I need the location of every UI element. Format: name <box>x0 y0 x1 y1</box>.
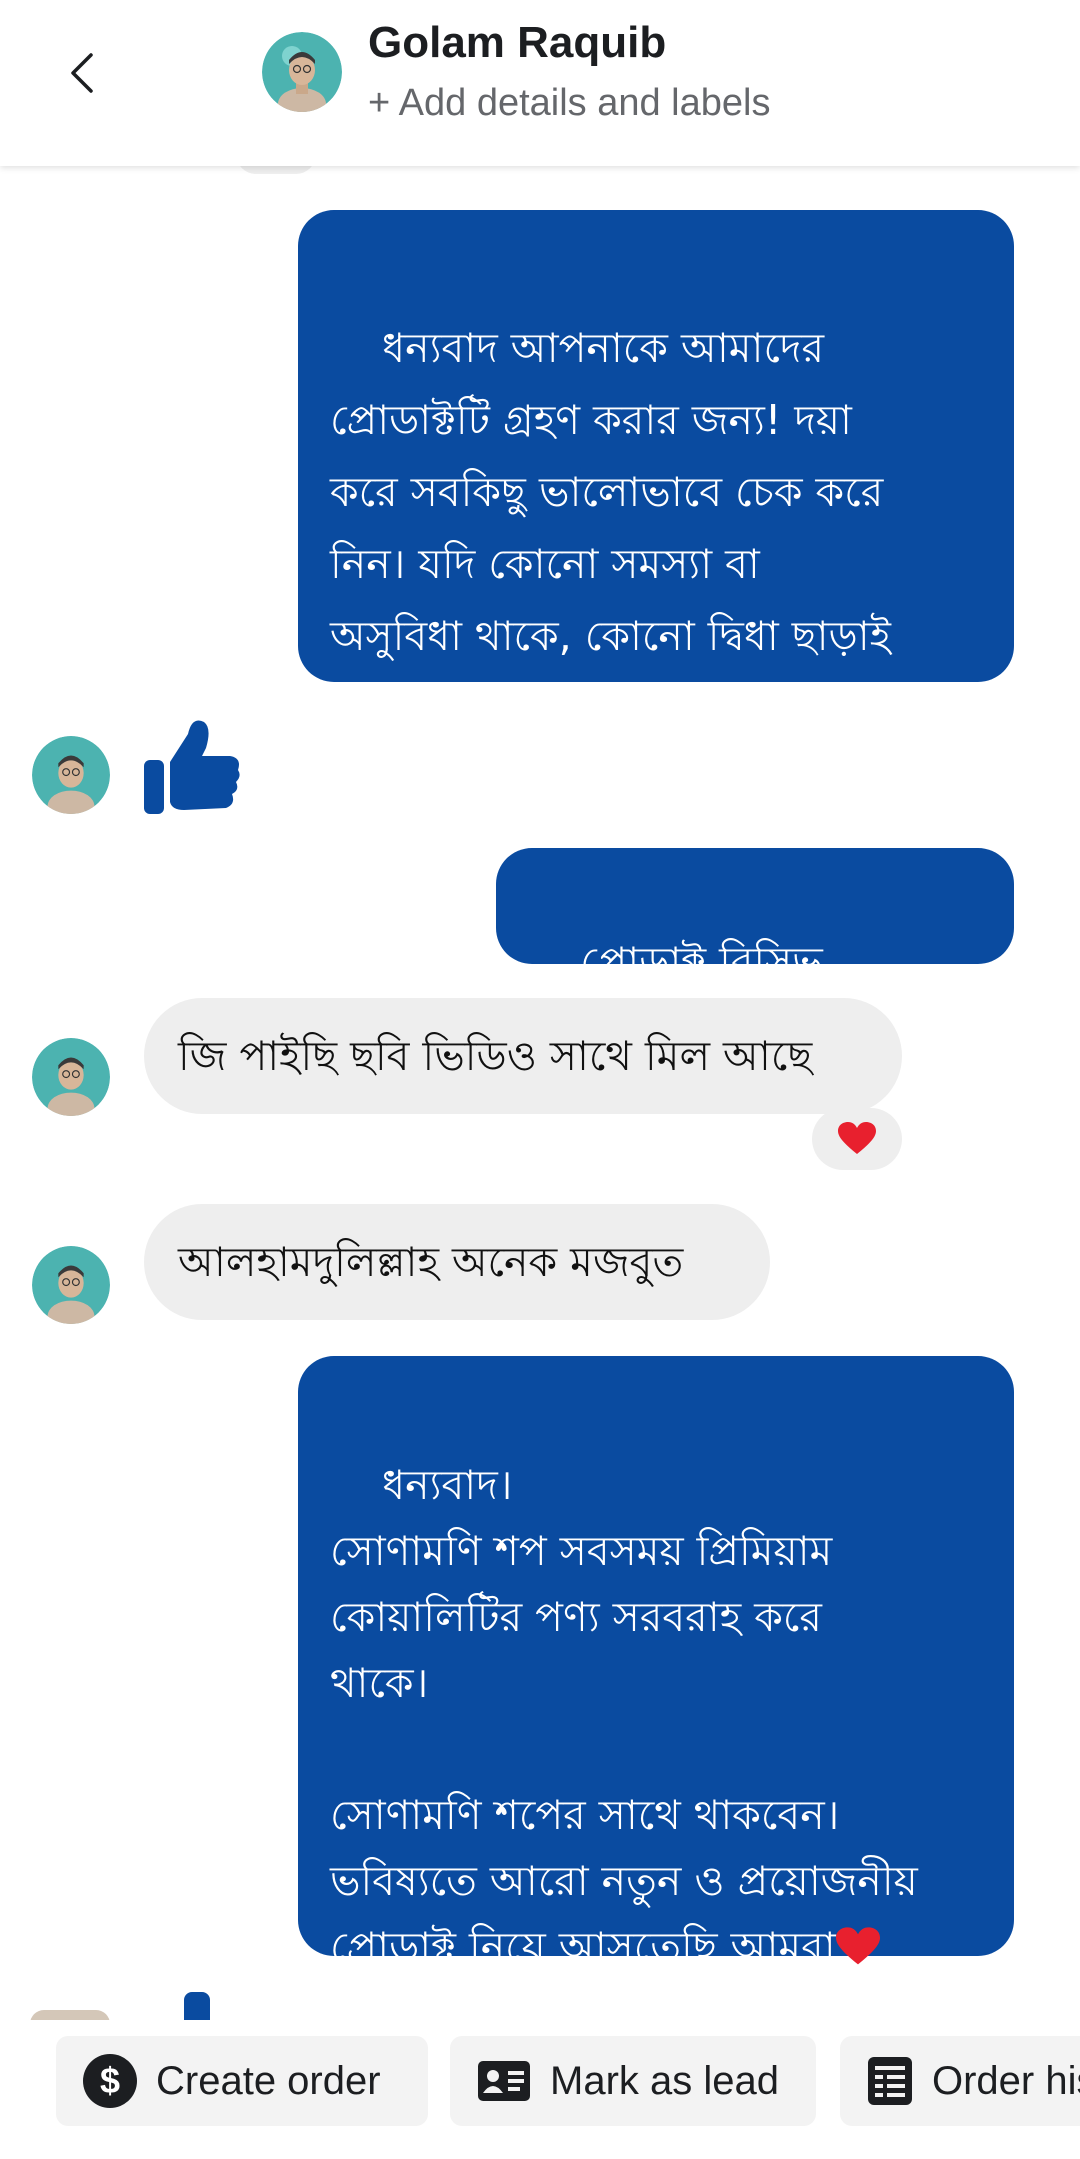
order-history-label: Order history <box>932 2058 1080 2103</box>
like-sticker[interactable] <box>142 712 242 816</box>
message-text: আলহামদুলিল্লাহ অনেক মজবুত <box>178 1238 684 1286</box>
incoming-message[interactable]: জি পাইছি ছবি ভিডিও সাথে মিল আছে <box>144 998 902 1114</box>
incoming-message[interactable]: আলহামদুলিল্লাহ অনেক মজবুত <box>144 1204 770 1320</box>
svg-text:$: $ <box>100 2060 120 2101</box>
receipt-icon <box>866 2053 914 2109</box>
heart-icon <box>835 1927 880 1965</box>
contact-avatar[interactable] <box>262 32 342 112</box>
outgoing-message[interactable]: ধন্যবাদ আপনাকে আমাদের প্রোডাক্টটি গ্রহণ … <box>298 210 1014 732</box>
message-text: ধন্যবাদ আপনাকে আমাদের প্রোডাক্টটি গ্রহণ … <box>330 324 892 732</box>
heart-icon <box>838 1122 876 1154</box>
contact-name[interactable]: Golam Raquib <box>368 18 666 68</box>
contact-avatar-small[interactable] <box>32 736 110 814</box>
next-like-peek <box>184 1992 210 2022</box>
add-details-link[interactable]: + Add details and labels <box>368 82 770 125</box>
thumbs-up-icon <box>144 720 240 814</box>
chat-header: Golam Raquib + Add details and labels <box>0 0 1080 166</box>
message-text: জি পাইছি ছবি ভিডিও সাথে মিল আছে <box>178 1032 813 1080</box>
contact-avatar-small[interactable] <box>32 1038 110 1116</box>
contact-avatar-small[interactable] <box>32 1246 110 1324</box>
dollar-icon: $ <box>82 2053 138 2109</box>
message-reaction[interactable] <box>812 1108 902 1170</box>
outgoing-message[interactable]: প্রোডাক্ট রিসিভ করেছেন? <box>496 848 1014 1042</box>
create-order-label: Create order <box>156 2058 381 2103</box>
mark-as-lead-label: Mark as lead <box>550 2058 779 2103</box>
message-text: ধন্যবাদ। সোণামণি শপ সবসময় প্রিমিয়াম কো… <box>330 1461 918 1971</box>
outgoing-message[interactable]: ধন্যবাদ। সোণামণি শপ সবসময় প্রিমিয়াম কো… <box>298 1356 1014 1971</box>
quick-actions-bar: $ Create order Mark as lead Order hi <box>0 2020 1080 2159</box>
order-history-button[interactable]: Order history <box>840 2036 1080 2126</box>
back-button[interactable] <box>52 38 112 108</box>
mark-as-lead-button[interactable]: Mark as lead <box>450 2036 816 2126</box>
create-order-button[interactable]: $ Create order <box>56 2036 428 2126</box>
chevron-left-icon <box>71 53 93 93</box>
messenger-chat-screen: Golam Raquib + Add details and labels ধন… <box>0 0 1080 2159</box>
contact-card-icon <box>476 2053 532 2109</box>
